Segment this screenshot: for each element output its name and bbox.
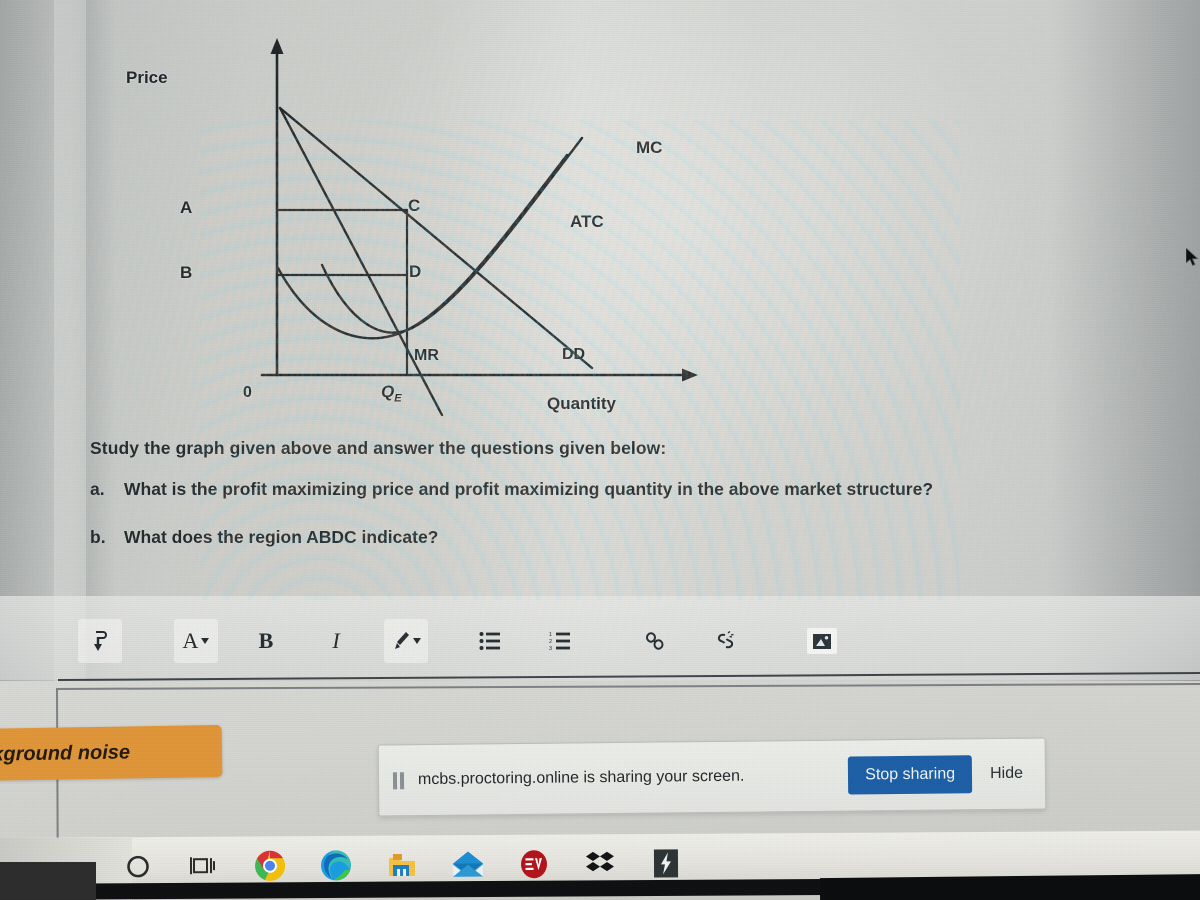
svg-text:3: 3 (549, 646, 552, 651)
shazam-icon[interactable] (646, 843, 686, 883)
question-text-b: What does the region ABDC indicate? (124, 527, 439, 547)
bold-letter: B (258, 628, 274, 653)
task-view-icon[interactable] (184, 846, 224, 886)
x-axis-label: Quantity (547, 394, 616, 413)
insert-image-icon[interactable] (800, 619, 844, 663)
qe-subscript: E (394, 392, 402, 405)
question-item-b: b. What does the region ABDC indicate? (90, 527, 438, 548)
point-label-b: B (180, 263, 193, 282)
exam-question-page: Price MC ATC DD MR A B C D 0 QE Quantity… (62, 0, 1200, 600)
mail-icon[interactable] (448, 844, 488, 884)
undo-arrow-icon[interactable] (78, 619, 122, 663)
rich-text-editor-toolbar: A B I 1 2 3 (78, 618, 844, 664)
remove-link-icon[interactable] (704, 619, 748, 663)
chevron-down-icon-brush (413, 638, 421, 644)
font-color-icon[interactable]: A (174, 619, 218, 663)
italic-letter: I (332, 628, 340, 653)
numbered-list-glyph: 1 2 3 (549, 632, 570, 651)
screen-bezel-bottom-left (0, 862, 96, 900)
question-marker-b: b. (90, 527, 106, 547)
expressvpn-icon[interactable] (514, 844, 554, 884)
atc-curve-label: ATC (570, 212, 604, 231)
point-label-a: A (180, 198, 193, 217)
background-noise-text: ackground noise (0, 740, 131, 766)
expressvpn-glyph (520, 850, 547, 879)
mr-curve-label: MR (414, 347, 439, 364)
dd-curve-label: DD (562, 346, 586, 363)
file-explorer-icon[interactable] (382, 845, 422, 885)
bullet-list-icon[interactable] (468, 619, 512, 663)
screen-bezel-bottom-right (819, 873, 1200, 900)
dropbox-icon[interactable] (580, 844, 620, 884)
numbered-list-icon[interactable]: 1 2 3 (538, 619, 582, 663)
chevron-down-icon (201, 638, 210, 644)
screen-share-notification: mcbs.proctoring.online is sharing your s… (377, 737, 1047, 817)
x-axis-arrowhead (682, 368, 698, 382)
stop-sharing-button[interactable]: Stop sharing (848, 755, 973, 795)
economics-graph: Price MC ATC DD MR A B C D 0 QE Quantity (112, 30, 732, 420)
link-glyph (646, 632, 664, 650)
task-view-glyph (189, 857, 216, 875)
qe-base: Q (381, 382, 395, 401)
edge-glyph (321, 850, 352, 881)
google-chrome-icon[interactable] (250, 846, 290, 886)
origin-label: 0 (243, 384, 252, 401)
bullet-list-glyph (479, 632, 500, 650)
undo-arrow-glyph (93, 631, 107, 651)
svg-text:2: 2 (549, 639, 552, 645)
y-axis-label: Price (126, 68, 168, 87)
question-item-a: a. What is the profit maximizing price a… (90, 479, 933, 500)
insert-link-icon[interactable] (634, 619, 678, 663)
question-marker-a: a. (90, 479, 105, 499)
microsoft-edge-icon[interactable] (316, 845, 356, 885)
envelope-glyph (452, 851, 484, 877)
bold-button[interactable]: B (244, 619, 288, 663)
cursor-arrow-glyph (1185, 247, 1199, 267)
highlight-brush-icon[interactable] (384, 619, 428, 663)
unlink-glyph (717, 631, 734, 649)
y-axis-arrowhead (270, 38, 284, 54)
screen-photo: Price MC ATC DD MR A B C D 0 QE Quantity… (0, 0, 1200, 900)
share-message: mcbs.proctoring.online is sharing your s… (417, 767, 745, 789)
chrome-glyph (255, 850, 286, 881)
mouse-cursor (1185, 247, 1200, 268)
folder-glyph (388, 854, 416, 877)
italic-button[interactable]: I (314, 619, 358, 663)
cortana-icon[interactable] (118, 846, 158, 886)
cortana-glyph (127, 855, 149, 878)
image-button-frame (807, 628, 837, 654)
dd-curve (278, 106, 594, 370)
hide-link[interactable]: Hide (990, 765, 1023, 783)
font-color-letter: A (182, 628, 199, 653)
image-glyph (813, 633, 831, 649)
pause-icon (392, 771, 405, 789)
dropbox-glyph (585, 851, 615, 872)
question-intro: Study the graph given above and answer t… (90, 438, 667, 458)
brush-glyph (395, 632, 409, 649)
svg-text:1: 1 (549, 632, 552, 638)
background-noise-badge: ackground noise (0, 724, 223, 782)
mc-curve (320, 136, 584, 334)
point-label-c: C (408, 196, 421, 215)
quantity-equilibrium-label: QE (381, 382, 402, 404)
shazam-glyph (653, 849, 679, 878)
question-text-a: What is the profit maximizing price and … (124, 479, 934, 499)
mc-curve-label: MC (636, 138, 663, 157)
point-label-d: D (409, 262, 422, 281)
